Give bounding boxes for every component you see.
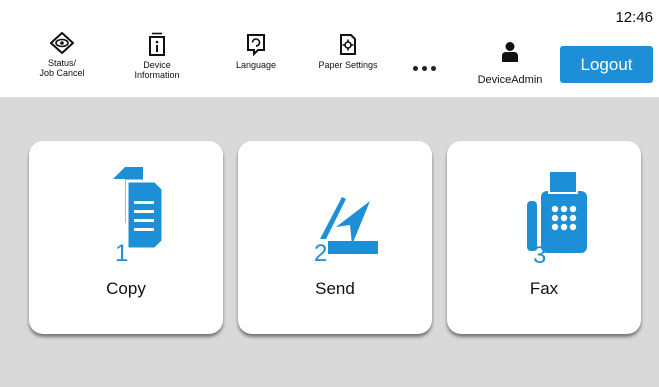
user-icon xyxy=(502,42,518,62)
paper-settings-button[interactable]: Paper Settings xyxy=(313,32,383,70)
fax-number: 3 xyxy=(533,242,546,266)
clock: 12:46 xyxy=(615,9,653,26)
send-button[interactable]: 2 Send xyxy=(238,141,432,334)
language-icon xyxy=(247,34,265,56)
user-account[interactable]: DeviceAdmin xyxy=(470,41,550,86)
paper-settings-icon xyxy=(340,34,356,55)
status-job-cancel-label: Status/ Job Cancel xyxy=(39,58,85,78)
language-label: Language xyxy=(235,60,277,70)
send-number: 2 xyxy=(314,240,327,266)
more-button[interactable] xyxy=(413,58,443,71)
logout-button[interactable]: Logout xyxy=(560,46,653,83)
status-job-cancel-button[interactable]: Status/ Job Cancel xyxy=(27,32,97,78)
fax-icon: 3 xyxy=(527,170,587,266)
send-icon: 2 xyxy=(314,197,378,266)
fax-button[interactable]: 3 Fax xyxy=(447,141,641,334)
language-button[interactable]: Language xyxy=(221,32,291,70)
copy-label: Copy xyxy=(106,279,146,298)
copy-button[interactable]: 1 Copy xyxy=(29,141,223,334)
fax-label: Fax xyxy=(529,279,559,298)
top-toolbar: 12:46 Status/ Job Cancel Device Informat… xyxy=(0,0,659,97)
device-information-label: Device Information xyxy=(134,60,180,80)
home-screen: 1 Copy 2 Send 3 Fax xyxy=(0,97,659,387)
copy-icon: 1 xyxy=(113,167,165,266)
status-eye-icon xyxy=(50,32,74,54)
user-name: DeviceAdmin xyxy=(477,74,543,86)
copy-number: 1 xyxy=(115,240,128,266)
device-info-icon xyxy=(149,32,165,56)
paper-settings-label: Paper Settings xyxy=(318,60,378,70)
more-dots-icon xyxy=(413,58,440,75)
device-information-button[interactable]: Device Information xyxy=(122,32,192,80)
send-label: Send xyxy=(315,279,355,298)
